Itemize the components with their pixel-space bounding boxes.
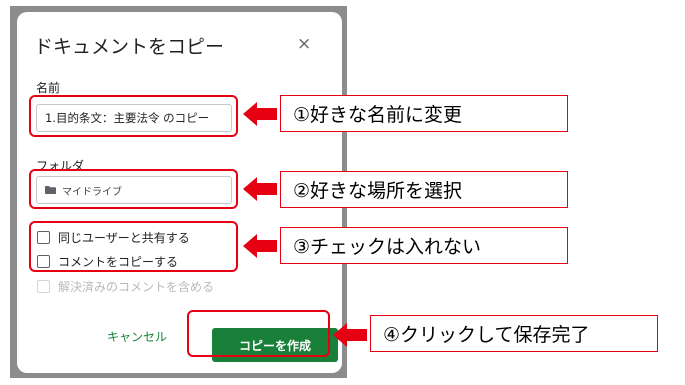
include-resolved-comments-checkbox [37,280,50,293]
name-label: 名前 [36,81,61,95]
callout-choose-location: ②好きな場所を選択 [280,171,568,208]
arrow-left-icon [333,323,367,347]
create-button-highlight [187,310,330,357]
callout-rename: ①好きな名前に変更 [280,95,568,132]
callout-no-check: ③チェックは入れない [280,227,568,264]
cancel-button[interactable]: キャンセル [102,327,172,347]
arrow-left-icon [243,102,277,126]
callout-click-save: ④クリックして保存完了 [370,315,658,352]
close-icon[interactable]: × [297,34,311,54]
checkbox-highlight [29,221,238,272]
callout-choose-location-text: ②好きな場所を選択 [293,180,463,202]
folder-field-highlight [29,169,238,209]
callout-no-check-text: ③チェックは入れない [293,236,482,258]
include-resolved-comments-label: 解決済みのコメントを含める [58,280,215,294]
callout-rename-text: ①好きな名前に変更 [293,104,463,126]
arrow-left-icon [243,177,277,201]
name-field-highlight [29,95,238,137]
callout-click-save-text: ④クリックして保存完了 [383,324,590,346]
include-resolved-comments-option: 解決済みのコメントを含める [37,278,214,295]
dialog-title: ドキュメントをコピー [34,36,225,58]
arrow-left-icon [243,234,277,258]
